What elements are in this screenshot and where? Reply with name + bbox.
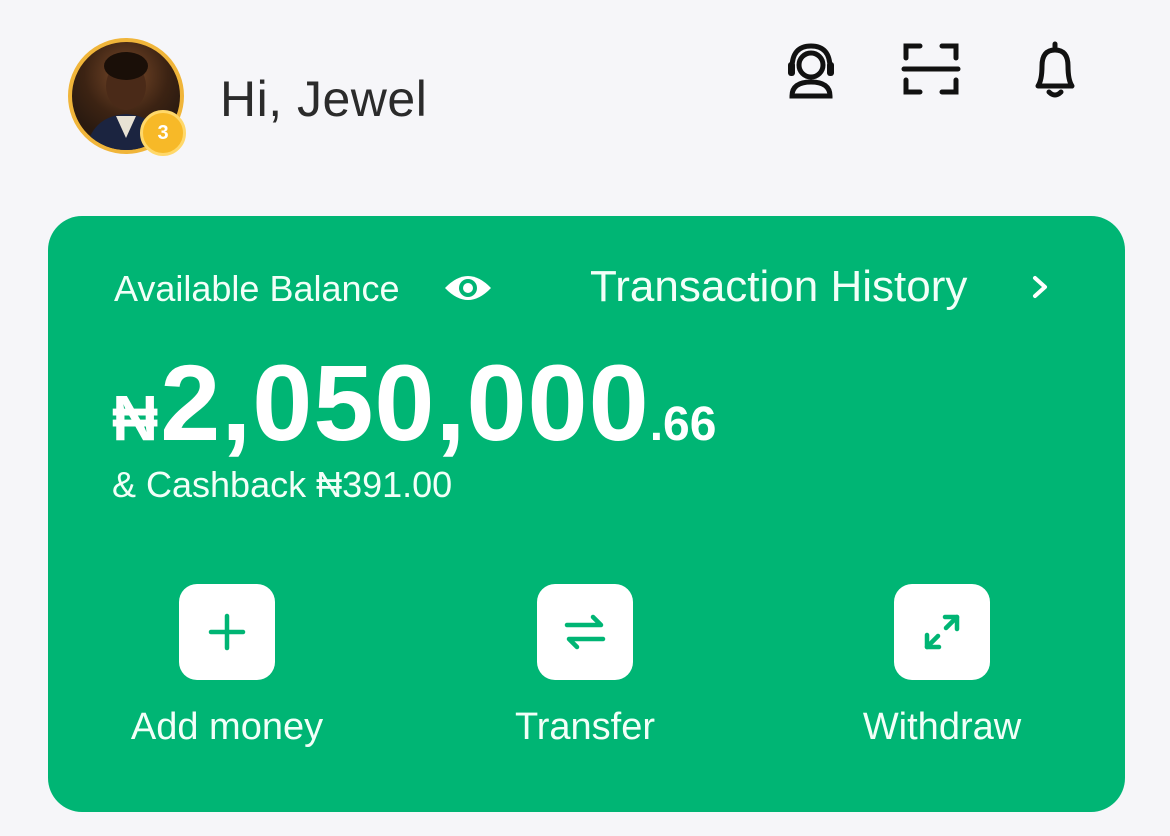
- transfer-arrows-icon: [564, 614, 606, 650]
- amount-decimal: .66: [649, 398, 717, 451]
- cashback-text: & Cashback ₦391.00: [112, 464, 453, 505]
- add-money-icon-box[interactable]: [179, 584, 275, 680]
- add-money-button[interactable]: Add money: [97, 584, 357, 749]
- home-screen: 3 Hi, Jewel Available Balance Transactio…: [0, 0, 1170, 836]
- balance-amount: ₦ 2,050,000 .66: [112, 340, 716, 465]
- balance-label: Available Balance: [114, 268, 400, 309]
- add-money-label: Add money: [130, 706, 324, 748]
- withdraw-button[interactable]: Withdraw: [812, 584, 1072, 749]
- amount-main: 2,050,000: [160, 342, 650, 463]
- plus-icon: [208, 613, 246, 651]
- headset-support-icon[interactable]: [778, 36, 844, 102]
- greeting-text: Hi, Jewel: [220, 71, 428, 127]
- transfer-label: Transfer: [514, 706, 656, 748]
- balance-card: Available Balance Transaction History ₦ …: [48, 216, 1125, 812]
- withdraw-label: Withdraw: [862, 706, 1022, 748]
- currency-symbol: ₦: [112, 382, 159, 454]
- transaction-history-link[interactable]: Transaction History: [590, 262, 967, 312]
- bell-icon[interactable]: [1022, 36, 1088, 102]
- chevron-right-icon[interactable]: [1028, 272, 1052, 302]
- transfer-button[interactable]: Transfer: [455, 584, 715, 749]
- eye-icon[interactable]: [443, 268, 493, 308]
- transfer-icon-box[interactable]: [537, 584, 633, 680]
- expand-arrows-icon: [924, 614, 960, 650]
- scan-icon[interactable]: [898, 36, 964, 102]
- level-badge: 3: [140, 110, 186, 156]
- withdraw-icon-box[interactable]: [894, 584, 990, 680]
